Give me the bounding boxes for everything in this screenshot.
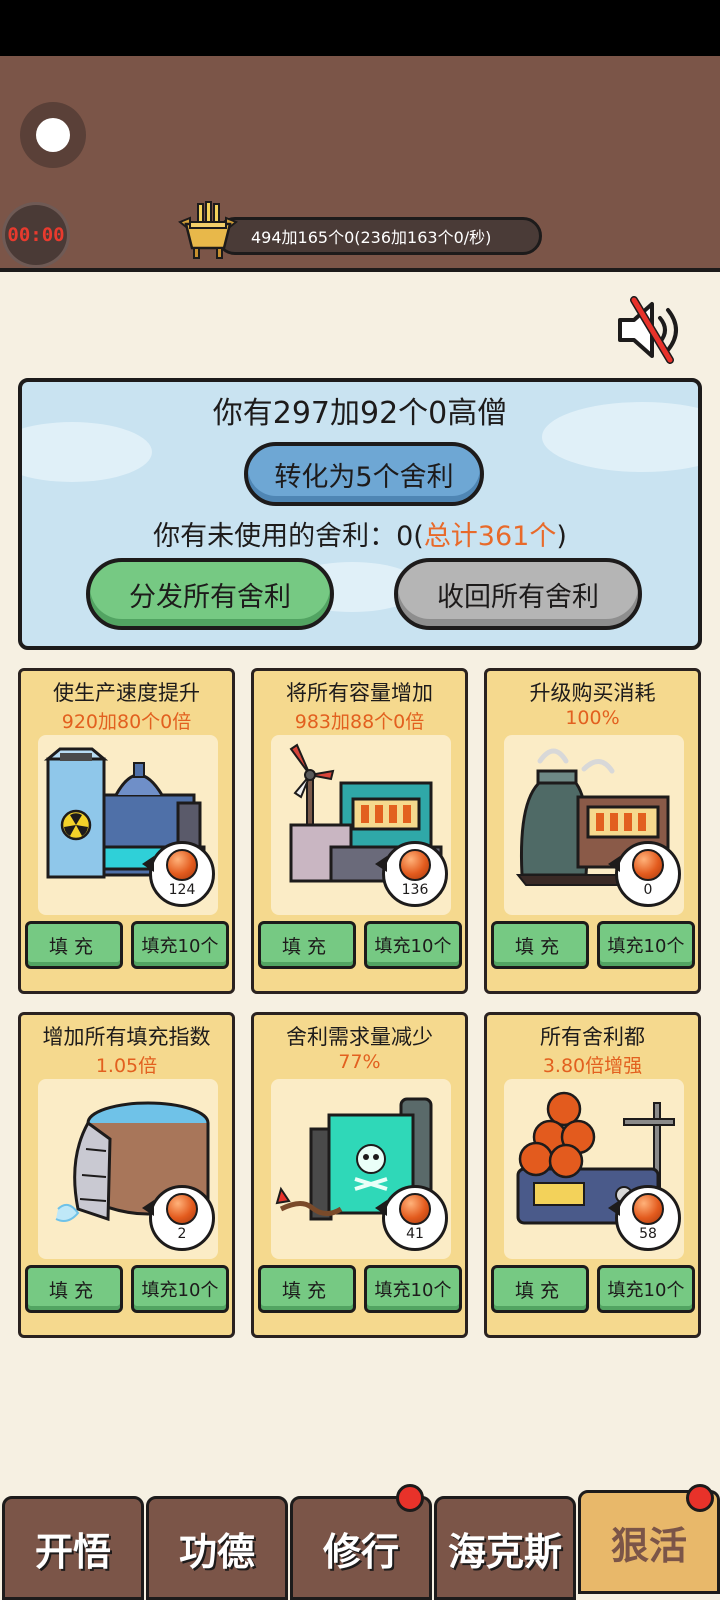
incense-resource-text: 494加165个0(236加163个0/秒) [251, 228, 492, 247]
card-value: 100% [565, 707, 620, 729]
relic-count-bubble: 58 [608, 1185, 681, 1251]
card-title: 使生产速度提升 [53, 681, 200, 705]
card-title: 舍利需求量减少 [286, 1025, 433, 1049]
card-title: 将所有容量增加 [286, 681, 433, 705]
fill-button[interactable]: 填充 [491, 1265, 589, 1313]
notification-badge [686, 1484, 714, 1512]
upgrade-card-relic-demand: 舍利需求量减少 77% 41 填充 填充10个 [251, 1012, 468, 1338]
upgrade-card-capacity: 将所有容量增加 983加88个0倍 136 填充 填充10个 [251, 668, 468, 994]
incense-resource-bar: 494加165个0(236加163个0/秒) [216, 217, 542, 255]
upgrade-card-relic-boost: 所有舍利都 3.80倍增强 58 填充 填充10个 [484, 1012, 701, 1338]
monk-count-text: 你有297加92个0高僧 [212, 396, 508, 431]
sound-muted-icon[interactable] [614, 296, 688, 364]
card-value: 1.05倍 [95, 1055, 158, 1077]
bubble-tail [608, 856, 620, 872]
fill-button[interactable]: 填充 [25, 1265, 123, 1313]
upgrade-card-production-speed: 使生产速度提升 920加80个0倍 124 填充 填充10个 [18, 668, 235, 994]
relic-orb-icon [632, 849, 664, 881]
fill-10-button[interactable]: 填充10个 [364, 1265, 462, 1313]
tab-merit[interactable]: 功德 [146, 1496, 288, 1600]
total-relic-count: 总计361个 [423, 521, 557, 552]
fill-10-button[interactable]: 填充10个 [131, 1265, 229, 1313]
relic-orb-icon [399, 1193, 431, 1225]
relic-orb-icon [166, 849, 198, 881]
bubble-tail [142, 856, 154, 872]
relic-count: 0 [643, 882, 653, 898]
floating-menu-button[interactable] [20, 102, 86, 168]
notification-badge [396, 1484, 424, 1512]
card-value: 983加88个0倍 [294, 711, 425, 733]
relic-count-bubble: 124 [142, 841, 215, 907]
bubble-tail [375, 1200, 387, 1216]
incense-burner-icon [178, 201, 238, 259]
distribute-all-button[interactable]: 分发所有舍利 [86, 558, 334, 630]
fill-button[interactable]: 填充 [25, 921, 123, 969]
fill-button[interactable]: 填充 [258, 1265, 356, 1313]
relic-count-bubble: 0 [608, 841, 681, 907]
relic-count: 41 [406, 1226, 424, 1242]
relic-orb-icon [166, 1193, 198, 1225]
card-value: 920加80个0倍 [61, 711, 192, 733]
fill-10-button[interactable]: 填充10个 [131, 921, 229, 969]
unused-relic-text: 你有未使用的舍利：0(总计361个) [22, 514, 698, 553]
bubble-tail [375, 856, 387, 872]
unused-relic-suffix: ) [556, 521, 567, 552]
fill-10-button[interactable]: 填充10个 [364, 921, 462, 969]
relic-count: 124 [168, 882, 196, 898]
relic-count: 58 [639, 1226, 657, 1242]
relic-orb-icon [399, 849, 431, 881]
bubble-tail [142, 1200, 154, 1216]
relic-panel: 你有297加92个0高僧 转化为5个舍利 你有未使用的舍利：0(总计361个) … [18, 378, 702, 650]
relic-orb-icon [632, 1193, 664, 1225]
tab-hex[interactable]: 海克斯 [434, 1496, 576, 1600]
fill-10-button[interactable]: 填充10个 [597, 1265, 695, 1313]
relic-count-bubble: 136 [375, 841, 448, 907]
fill-10-button[interactable]: 填充10个 [597, 921, 695, 969]
relic-count-bubble: 2 [142, 1185, 215, 1251]
unused-relic-prefix: 你有未使用的舍利：0( [153, 521, 424, 552]
bubble-tail [608, 1200, 620, 1216]
relic-count: 136 [401, 882, 429, 898]
card-title: 增加所有填充指数 [42, 1025, 211, 1049]
timer-badge: 00:00 [2, 202, 70, 268]
card-title: 升级购买消耗 [529, 681, 656, 705]
recall-all-button[interactable]: 收回所有舍利 [394, 558, 642, 630]
relic-count-bubble: 41 [375, 1185, 448, 1251]
fill-button[interactable]: 填充 [258, 921, 356, 969]
upgrade-card-purchase-cost: 升级购买消耗 100% 0 填充 填充10个 [484, 668, 701, 994]
card-value: 3.80倍增强 [542, 1055, 643, 1077]
convert-relic-button[interactable]: 转化为5个舍利 [244, 442, 484, 506]
fill-button[interactable]: 填充 [491, 921, 589, 969]
tab-enlightenment[interactable]: 开悟 [2, 1496, 144, 1600]
relic-count: 2 [177, 1226, 187, 1242]
status-bar [0, 0, 720, 56]
floating-dot-icon [36, 118, 70, 152]
upgrade-card-fill-index: 增加所有填充指数 1.05倍 2 填充 填充10个 [18, 1012, 235, 1338]
card-value: 77% [338, 1051, 381, 1073]
card-title: 所有舍利都 [540, 1025, 645, 1049]
